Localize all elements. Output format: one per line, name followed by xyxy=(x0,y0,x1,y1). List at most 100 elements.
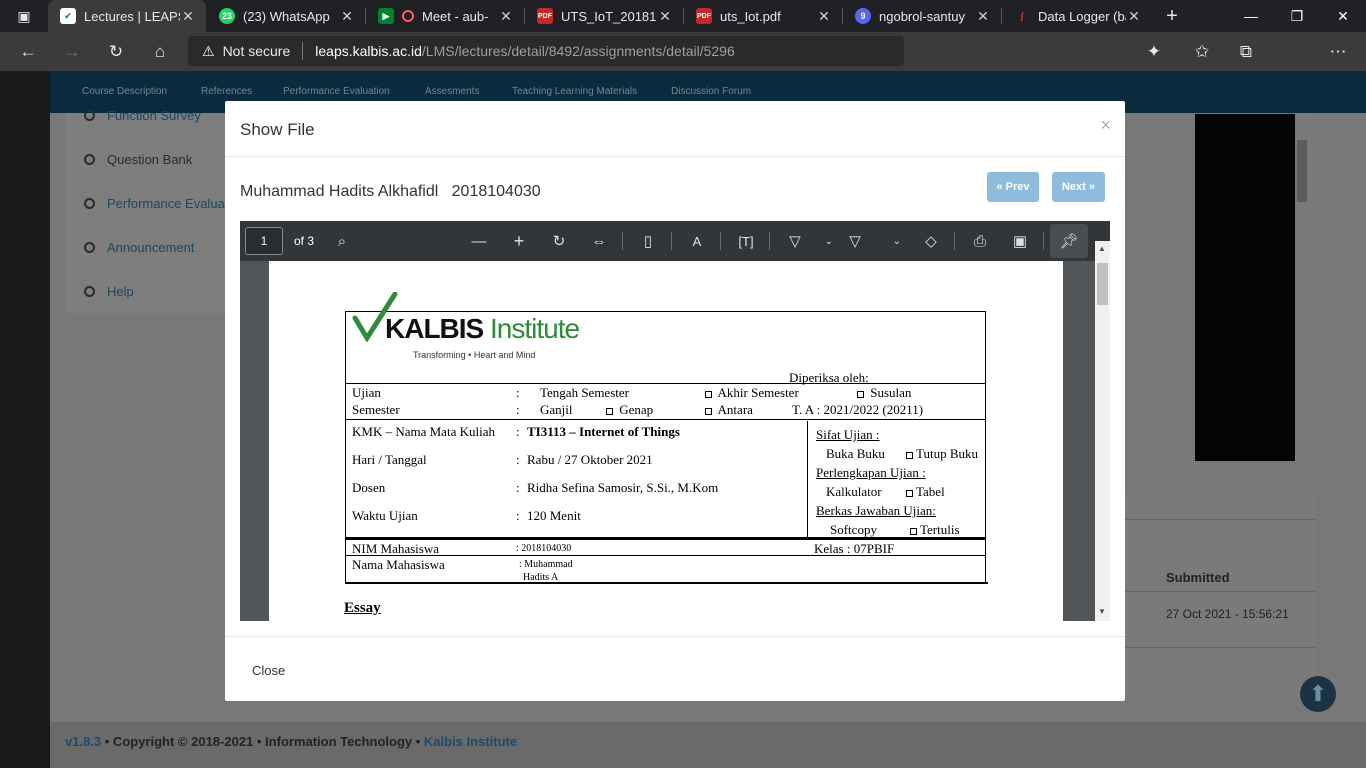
nav-references[interactable]: References xyxy=(201,86,252,97)
tab-meet[interactable]: ▶ Meet - aub- ✕ xyxy=(366,0,524,32)
arrow-up-icon: ⬆ xyxy=(1308,681,1328,706)
modal-close-icon[interactable]: × xyxy=(1100,115,1111,136)
waktu-value: 120 Menit xyxy=(527,508,581,523)
close-tab-icon[interactable]: ✕ xyxy=(180,8,196,25)
chevron-down-icon[interactable]: ⌄ xyxy=(887,231,907,251)
tahun-ajaran: T. A : 2021/2022 (20211) xyxy=(792,402,924,417)
semester-label: Semester xyxy=(352,402,400,417)
berkas-tertulis: Tertulis xyxy=(910,522,960,538)
nama-value-1: : Muhammad xyxy=(519,559,573,570)
more-menu-icon[interactable]: ⋯ xyxy=(1326,40,1350,64)
new-tab-icon[interactable]: + xyxy=(1160,4,1184,28)
show-file-modal: Show File × Muhammad Hadits Alkhafidl 20… xyxy=(225,101,1125,701)
zoom-out-icon[interactable]: — xyxy=(469,231,489,251)
tab-uts-pdf[interactable]: PDF UTS_IoT_201810 ✕ xyxy=(525,0,683,32)
waktu-label: Waktu Ujian xyxy=(352,508,418,523)
ujian-tengah: Tengah Semester xyxy=(540,385,629,400)
close-tab-icon[interactable]: ✕ xyxy=(339,8,355,25)
zoom-in-icon[interactable]: + xyxy=(509,231,529,251)
footer: v1.8.3 • Copyright © 2018-2021 • Informa… xyxy=(50,722,1366,768)
home-icon[interactable]: ⌂ xyxy=(148,40,172,64)
sidebar-item-question-bank[interactable]: Question Bank xyxy=(84,152,192,167)
sidebar-item-function-survey[interactable]: Function Survey xyxy=(84,108,201,123)
print-icon[interactable]: ⎙ xyxy=(970,231,990,251)
ujian-akhir: Akhir Semester xyxy=(705,385,799,401)
sifat-label: Sifat Ujian : xyxy=(816,427,880,442)
tab-whatsapp[interactable]: 23 (23) WhatsApp ✕ xyxy=(207,0,365,32)
rotate-icon[interactable]: ↻ xyxy=(549,231,569,251)
close-tab-icon[interactable]: ✕ xyxy=(975,8,991,25)
pdf-icon: PDF xyxy=(696,8,712,24)
logo-word: Institute xyxy=(490,313,580,344)
close-tab-icon[interactable]: ✕ xyxy=(1126,8,1142,25)
sidebar-item-help[interactable]: Help xyxy=(84,284,134,299)
perlengkapan-tabel: Tabel xyxy=(906,484,945,500)
tab-discord[interactable]: 9 ngobrol-santuy ✕ xyxy=(843,0,1001,32)
read-aloud-icon[interactable]: A︎ xyxy=(687,231,707,251)
submitted-time: 27 Oct 2021 - 15:56:21 xyxy=(1166,607,1289,621)
page-number-input[interactable]: 1 xyxy=(245,227,283,255)
back-icon[interactable]: ← xyxy=(16,40,40,64)
page-view-icon[interactable]: ▯ xyxy=(638,231,658,251)
pdf-scrollbar[interactable]: ▲ ▼ xyxy=(1095,241,1110,621)
prev-button[interactable]: « Prev xyxy=(987,172,1039,202)
pdf-page: KALBIS Institute Transforming • Heart an… xyxy=(269,261,1063,621)
close-tab-icon[interactable]: ✕ xyxy=(816,8,832,25)
draw-icon[interactable]: ▽ xyxy=(785,231,805,251)
nav-course-description[interactable]: Course Description xyxy=(82,86,167,97)
eraser-icon[interactable]: ◇ xyxy=(921,231,941,251)
nav-discussion-forum[interactable]: Discussion Forum xyxy=(671,86,751,97)
tab-uts-iot-pdf[interactable]: PDF uts_Iot.pdf ✕ xyxy=(684,0,842,32)
highlight-icon[interactable]: ▽ xyxy=(845,231,865,251)
address-bar[interactable]: ⚠ Not secure leaps.kalbis.ac.id/LMS/lect… xyxy=(188,36,904,66)
logo-brand: KALBIS xyxy=(385,313,484,344)
extensions-puzzle-icon[interactable]: ✦ xyxy=(1142,40,1166,64)
favorites-icon[interactable]: ✩ xyxy=(1190,40,1214,64)
nav-teaching-materials[interactable]: Teaching Learning Materials xyxy=(512,86,637,97)
leaps-check-icon: ✔ xyxy=(60,8,76,24)
tab-title: ngobrol-santuy xyxy=(879,8,965,24)
nav-performance-evaluation[interactable]: Performance Evaluation xyxy=(283,86,390,97)
nav-assesments[interactable]: Assesments xyxy=(425,86,479,97)
perlengkapan-label: Perlengkapan Ujian : xyxy=(816,465,926,480)
sifat-tutup: Tutup Buku xyxy=(906,446,978,462)
chevron-down-icon[interactable]: ⌄ xyxy=(819,231,839,251)
close-button[interactable]: Close xyxy=(252,663,285,678)
tab-datalogger[interactable]: ʃ Data Logger (bag ✕ xyxy=(1002,0,1152,32)
dosen-label: Dosen xyxy=(352,480,386,495)
restore-icon[interactable]: ❐ xyxy=(1274,0,1320,32)
next-button[interactable]: Next » xyxy=(1052,172,1105,202)
student-name-id: Muhammad Hadits Alkhafidl 2018104030 xyxy=(240,183,541,200)
tab-strip: ▣ ✔ Lectures | LEAPS ✕ 23 (23) WhatsApp … xyxy=(0,0,1366,32)
close-window-icon[interactable]: ✕ xyxy=(1320,0,1366,32)
footer-copyright: • Copyright © 2018-2021 • Information Te… xyxy=(101,734,424,749)
scroll-to-top-button[interactable]: ⬆ xyxy=(1300,676,1336,712)
pdf-toolbar: 1 of 3 ⌕ — + ↻ ⇔ ▯ A︎ [T] ▽ ⌄ ▽ ⌄ ◇ ⎙ ▣ … xyxy=(240,221,1110,261)
tab-title: Lectures | LEAPS xyxy=(84,8,180,24)
minimize-icon[interactable]: — xyxy=(1228,0,1274,32)
page-count: of 3 xyxy=(294,234,315,248)
footer-org-link[interactable]: Kalbis Institute xyxy=(424,734,517,749)
kmk-label: KMK – Nama Mata Kuliah xyxy=(352,424,495,439)
collections-icon[interactable]: ⧉ xyxy=(1234,40,1258,64)
scrollbar[interactable] xyxy=(1295,114,1311,461)
save-icon[interactable]: ▣ xyxy=(1010,231,1030,251)
ujian-susulan: Susulan xyxy=(857,385,911,401)
close-tab-icon[interactable]: ✕ xyxy=(657,8,673,25)
close-tab-icon[interactable]: ✕ xyxy=(498,8,514,25)
nama-value-2: Hadits A xyxy=(523,572,559,583)
pin-icon[interactable]: 📌︎ xyxy=(1050,224,1088,258)
warning-icon: ⚠ xyxy=(202,42,215,59)
sidebar-item-performance-evaluation[interactable]: Performance Evaluation xyxy=(84,196,246,211)
discord-icon: 9 xyxy=(855,8,871,24)
search-icon[interactable]: ⌕ xyxy=(332,231,352,251)
tab-actions-icon[interactable]: ▣ xyxy=(12,4,36,28)
text-box-icon[interactable]: [T] xyxy=(736,231,756,251)
tab-leaps[interactable]: ✔ Lectures | LEAPS ✕ xyxy=(48,0,206,32)
refresh-icon[interactable]: ↻ xyxy=(104,40,128,64)
forward-icon[interactable]: → xyxy=(60,40,84,64)
tab-title: UTS_IoT_201810 xyxy=(561,8,657,24)
fit-width-icon[interactable]: ⇔ xyxy=(589,231,609,251)
sidebar-item-announcement[interactable]: Announcement xyxy=(84,240,194,255)
tab-title: Data Logger (bag xyxy=(1038,8,1126,24)
